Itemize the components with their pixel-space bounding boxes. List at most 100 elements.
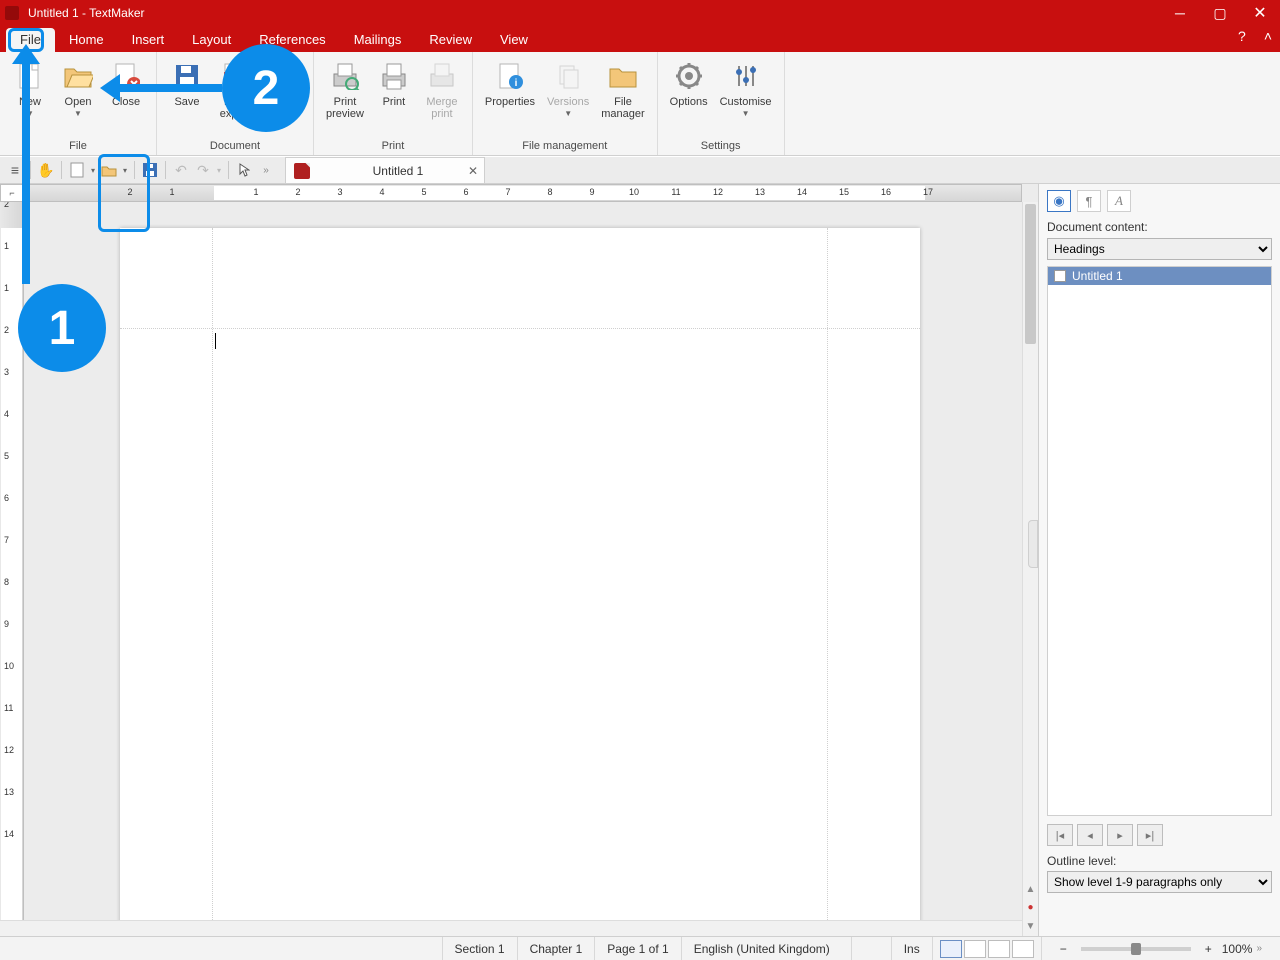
zoom-in-button[interactable]: + (1199, 942, 1218, 956)
qat-new-icon[interactable] (66, 159, 88, 181)
browse-object-icon[interactable]: ● (1027, 902, 1033, 913)
open-icon (62, 60, 94, 92)
qat-save-icon[interactable] (139, 159, 161, 181)
qat-overflow-icon[interactable]: » (255, 159, 277, 181)
document-content-label: Document content: (1047, 220, 1272, 234)
status-language[interactable]: English (United Kingdom) (682, 937, 852, 960)
open-caret-icon: ▼ (74, 109, 82, 118)
help-button[interactable]: ? (1238, 28, 1246, 44)
outline-tree[interactable]: Untitled 1 (1047, 266, 1272, 816)
properties-button[interactable]: i Properties (479, 56, 541, 122)
tree-node-checkbox[interactable] (1054, 270, 1066, 282)
mergeprint-label: Mergeprint (426, 96, 457, 120)
nav-last-button[interactable]: ▸| (1137, 824, 1163, 846)
collapse-ribbon-button[interactable]: ˄ (1264, 28, 1272, 44)
new-button[interactable]: New▼ (6, 56, 54, 120)
properties-label: Properties (485, 96, 535, 108)
sidepanel-grip[interactable] (1028, 520, 1038, 568)
zoom-out-button[interactable]: − (1054, 942, 1073, 956)
view-outline-button[interactable] (988, 940, 1010, 958)
nav-next-button[interactable]: ▸ (1107, 824, 1133, 846)
printpreview-button[interactable]: Printpreview (320, 56, 370, 122)
document-tab[interactable]: Untitled 1 ✕ (285, 157, 485, 183)
qat-undo-icon[interactable]: ↶ (170, 159, 192, 181)
tab-layout[interactable]: Layout (178, 28, 245, 52)
ruler-corner[interactable]: ⌐ (0, 184, 24, 202)
open-button[interactable]: Open▼ (54, 56, 102, 120)
print-label: Print (383, 96, 406, 108)
filemanager-button[interactable]: Filemanager (595, 56, 650, 122)
scrollbar-thumb[interactable] (1025, 204, 1036, 344)
mergeprint-icon (426, 60, 458, 92)
zoom-value[interactable]: 100% (1218, 942, 1257, 956)
sidepanel-tab-styles[interactable]: A (1107, 190, 1131, 212)
tree-node[interactable]: Untitled 1 (1048, 267, 1271, 285)
view-normal-button[interactable] (940, 940, 962, 958)
title-bar: Untitled 1 - TextMaker ─ ▢ ✕ (0, 0, 1280, 26)
status-chapter[interactable]: Chapter 1 (518, 937, 596, 960)
horizontal-ruler[interactable]: 211234567891011121314151617 (24, 184, 1022, 202)
filemanager-icon (607, 60, 639, 92)
qat-cursor-icon[interactable] (233, 159, 255, 181)
sidepanel-tab-formatting[interactable]: ¶ (1077, 190, 1101, 212)
group-label-print: Print (314, 138, 472, 155)
qat-redo-icon[interactable]: ↷ (192, 159, 214, 181)
svg-text:i: i (515, 78, 518, 89)
quick-access-toolbar: ≡ ✋ ▾ ▾ ↶ ↷ ▾ » Untitled 1 ✕ (0, 156, 1280, 184)
sidepanel-tab-navigator[interactable]: ◉ (1047, 190, 1071, 212)
options-icon (673, 60, 705, 92)
tab-home[interactable]: Home (55, 28, 118, 52)
customise-icon (730, 60, 762, 92)
mergeprint-button: Mergeprint (418, 56, 466, 122)
group-label-document: Document (157, 138, 313, 155)
printpreview-label: Printpreview (326, 96, 364, 120)
tree-node-label: Untitled 1 (1072, 269, 1123, 283)
group-label-file-management: File management (473, 138, 657, 155)
save-label: Save (174, 96, 199, 108)
view-web-button[interactable] (1012, 940, 1034, 958)
options-button[interactable]: Options (664, 56, 714, 120)
customise-button[interactable]: Customise▼ (714, 56, 778, 120)
qat-open-caret[interactable]: ▾ (120, 159, 130, 181)
prev-page-icon[interactable]: ▲ (1026, 884, 1036, 895)
view-master-button[interactable] (964, 940, 986, 958)
zoom-overflow-icon[interactable]: » (1256, 943, 1268, 954)
minimize-button[interactable]: ─ (1160, 0, 1200, 26)
qat-open-icon[interactable] (98, 159, 120, 181)
customise-label: Customise (720, 96, 772, 108)
side-panel: ◉ ¶ A Document content: Headings Untitle… (1038, 184, 1280, 936)
tab-review[interactable]: Review (415, 28, 486, 52)
tab-insert[interactable]: Insert (118, 28, 179, 52)
new-icon (14, 60, 46, 92)
print-button[interactable]: Print (370, 56, 418, 122)
options-label: Options (670, 96, 708, 108)
qat-hand-icon[interactable]: ✋ (35, 159, 57, 181)
next-page-icon[interactable]: ▼ (1026, 921, 1036, 932)
filemanager-label: Filemanager (601, 96, 644, 120)
page[interactable] (120, 228, 920, 936)
status-page[interactable]: Page 1 of 1 (595, 937, 681, 960)
outline-level-select[interactable]: Show level 1-9 paragraphs only (1047, 871, 1272, 893)
customise-caret-icon: ▼ (742, 109, 750, 118)
close-button[interactable]: ✕ (1240, 0, 1280, 26)
nav-first-button[interactable]: |◂ (1047, 824, 1073, 846)
horizontal-scrollbar[interactable] (0, 920, 1022, 936)
tab-mailings[interactable]: Mailings (340, 28, 416, 52)
annotation-arrowhead-1 (12, 44, 40, 64)
annotation-badge-2: 2 (222, 44, 310, 132)
annotation-arrow-1 (22, 52, 30, 284)
zoom-slider[interactable] (1081, 947, 1191, 951)
print-icon (378, 60, 410, 92)
status-section[interactable]: Section 1 (443, 937, 518, 960)
qat-new-caret[interactable]: ▾ (88, 159, 98, 181)
maximize-button[interactable]: ▢ (1200, 0, 1240, 26)
group-label-settings: Settings (658, 138, 784, 155)
text-cursor (215, 333, 216, 349)
tab-view[interactable]: View (486, 28, 542, 52)
qat-undo-caret[interactable]: ▾ (214, 159, 224, 181)
status-insert-mode[interactable]: Ins (892, 937, 933, 960)
close-document-icon[interactable]: ✕ (468, 164, 478, 178)
nav-prev-button[interactable]: ◂ (1077, 824, 1103, 846)
content-type-select[interactable]: Headings (1047, 238, 1272, 260)
window-title: Untitled 1 - TextMaker (24, 6, 145, 20)
